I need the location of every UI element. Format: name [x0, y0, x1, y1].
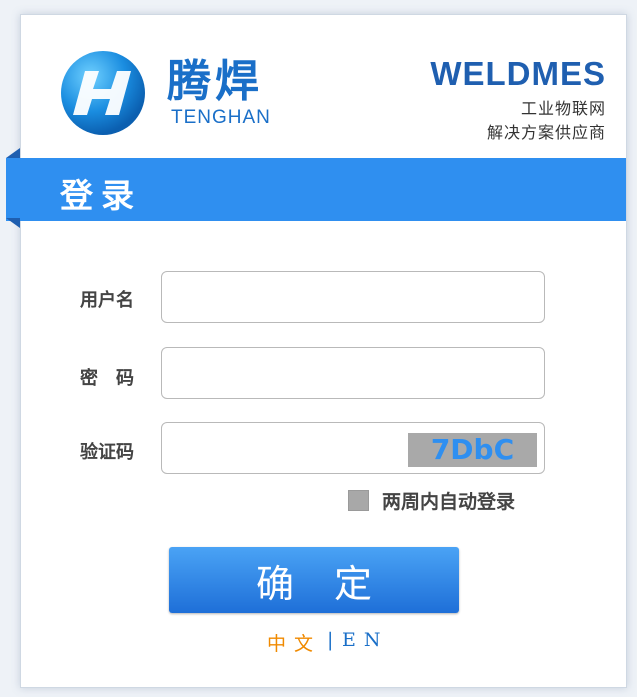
captcha-label: 验证码: [80, 442, 134, 463]
username-input[interactable]: [162, 272, 544, 322]
password-label: 密 码: [80, 368, 134, 389]
lang-separator: |: [327, 629, 342, 651]
tagline-2: 解决方案供应商: [486, 123, 606, 142]
lang-en-link[interactable]: EN: [342, 629, 389, 651]
login-banner: 登录: [6, 158, 626, 221]
captcha-input[interactable]: [162, 423, 402, 473]
product-name: WELDMES: [430, 55, 606, 92]
banner-fold-bottom: [6, 218, 20, 228]
banner-fold-top: [6, 148, 20, 158]
submit-button[interactable]: 确定: [169, 547, 459, 613]
remember-label[interactable]: 两周内自动登录: [382, 487, 515, 514]
password-input[interactable]: [162, 348, 544, 398]
remember-checkbox[interactable]: [348, 490, 369, 511]
login-title: 登录: [60, 176, 142, 215]
username-label: 用户名: [80, 290, 134, 311]
captcha-image[interactable]: 7DbC: [408, 433, 537, 467]
password-field[interactable]: [161, 347, 545, 399]
tagline-1: 工业物联网: [520, 99, 606, 118]
brand-name-cn: 腾焊: [167, 56, 263, 107]
lang-zh-link[interactable]: 中文: [267, 629, 321, 656]
brand-name-en: TENGHAN: [171, 107, 271, 128]
tenghan-logo-icon: [59, 49, 147, 137]
username-field[interactable]: [161, 271, 545, 323]
